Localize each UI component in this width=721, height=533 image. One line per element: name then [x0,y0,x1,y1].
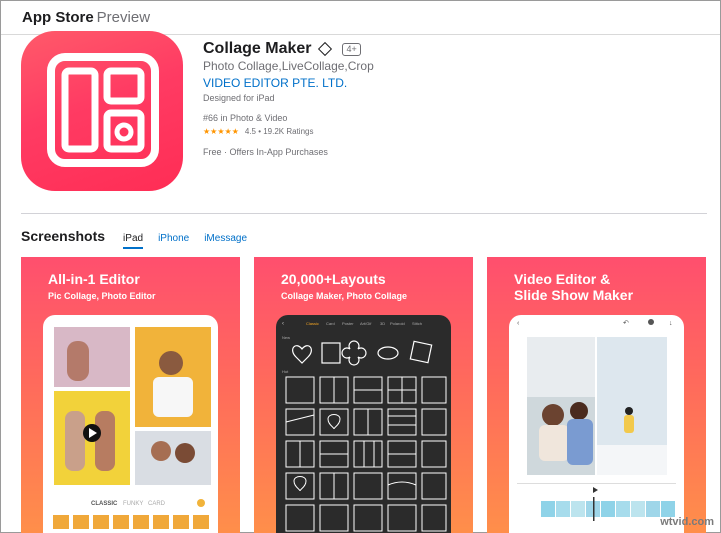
category-rank[interactable]: #66 in Photo & Video [203,113,287,123]
brand-section-label: Preview [96,9,151,26]
title-row: Collage Maker 4+ [203,39,361,59]
price-label: Free [203,147,222,157]
screenshot-caption: All-in-1 Editor [48,271,140,287]
photo-tile [95,411,115,471]
rating-stars-icon: ★★★★★ [203,127,239,136]
designed-for-label: Designed for iPad [203,93,275,103]
tab-iphone[interactable]: iPhone [158,233,189,246]
app-subtitle: Photo Collage,LiveCollage,Crop [203,59,374,73]
layout-tab-card: CARD [148,501,166,507]
play-icon [593,487,598,493]
price-row: Free · Offers In-App Purchases [203,147,328,157]
photo-tile [135,431,211,485]
app-info: Collage Maker 4+ Photo Collage,LiveColla… [203,39,374,157]
site-watermark: wtvid.com [660,516,714,528]
section-label: Hot [282,369,289,374]
photo-tile [65,411,85,471]
layout-tab-classic: CLASSIC [91,501,118,507]
shape-layouts [292,340,433,366]
store-brand[interactable]: App Store Preview [21,9,150,27]
ipad-mockup: ‹ Classic Card Poster Art/Gif 3D Polaroi… [276,315,451,533]
app-icon [21,31,183,191]
collage-preview-illustration: CLASSIC FUNKY CARD [53,327,211,529]
tab-ipad[interactable]: iPad [123,233,144,249]
back-chevron-icon: ‹ [517,320,520,327]
back-chevron-icon: ‹ [282,321,284,327]
screenshot-caption: Video Editor & [514,271,611,287]
store-header: App Store Preview [1,1,720,35]
in-app-purchase-note: · Offers In-App Purchases [221,147,328,157]
layout-tab-indicator [197,499,205,507]
photo-tile [67,341,89,381]
ipad-mockup: ‹ ↶ ↓ [509,315,684,533]
tab-imessage[interactable]: iMessage [204,233,247,246]
category-tab: Card [326,321,335,326]
brand-label: App Store [22,9,94,26]
screenshots-title: Screenshots [21,228,106,244]
timeline-strip [541,501,675,517]
category-tab: Polaroid [390,321,405,326]
layout-thumbnails [53,515,209,529]
category-tab: Classic [306,321,319,326]
grid-layouts [285,376,447,532]
screenshot-3[interactable]: Video Editor & Slide Show Maker ‹ ↶ ↓ [487,257,706,533]
category-tab: Art/Gif [360,321,372,326]
screenshot-2[interactable]: 20,000+Layouts Collage Maker, Photo Coll… [254,257,473,533]
rating-row: ★★★★★ 4.5 • 19.2K Ratings [203,127,313,136]
screenshot-subcaption: Pic Collage, Photo Editor [48,291,156,301]
playhead [593,497,595,521]
developer-link[interactable]: VIDEO EDITOR PTE. LTD. [203,76,347,90]
app-store-page: App Store Preview Collage Maker 4+ Photo … [0,0,721,533]
age-rating-badge: 4+ [342,42,361,56]
settings-icon [648,319,654,325]
screenshot-caption: 20,000+Layouts [281,271,386,287]
layout-grid-illustration: ‹ Classic Card Poster Art/Gif 3D Polaroi… [282,321,447,532]
export-icon: ↓ [669,320,673,327]
app-title: Collage Maker [203,40,312,57]
category-tab: Poster [342,321,354,326]
video-editor-illustration: ‹ ↶ ↓ [517,319,676,521]
ipad-mockup: CLASSIC FUNKY CARD [43,315,218,533]
category-tab: Stitch [412,321,422,326]
section-divider [21,213,707,214]
category-tab: 3D [380,321,385,326]
photo-tile [159,351,183,375]
undo-icon: ↶ [623,320,629,327]
video-frame-left [542,404,564,426]
photo-tile [151,441,171,461]
screenshots-header: Screenshots iPad iPhone iMessage [21,228,262,249]
layout-tab-funky: FUNKY [123,501,143,507]
rating-text: 4.5 • 19.2K Ratings [244,127,314,136]
collage-grid-icon [47,53,159,167]
screenshot-caption-line-2: Slide Show Maker [514,287,634,303]
app-clip-diamond-icon [318,41,333,57]
photo-tile [175,443,195,463]
photo-tile [153,377,193,417]
section-label: New [282,335,290,340]
screenshot-1[interactable]: All-in-1 Editor Pic Collage, Photo Edito… [21,257,240,533]
photo-tile [54,327,130,387]
screenshot-subcaption: Collage Maker, Photo Collage [281,291,408,301]
